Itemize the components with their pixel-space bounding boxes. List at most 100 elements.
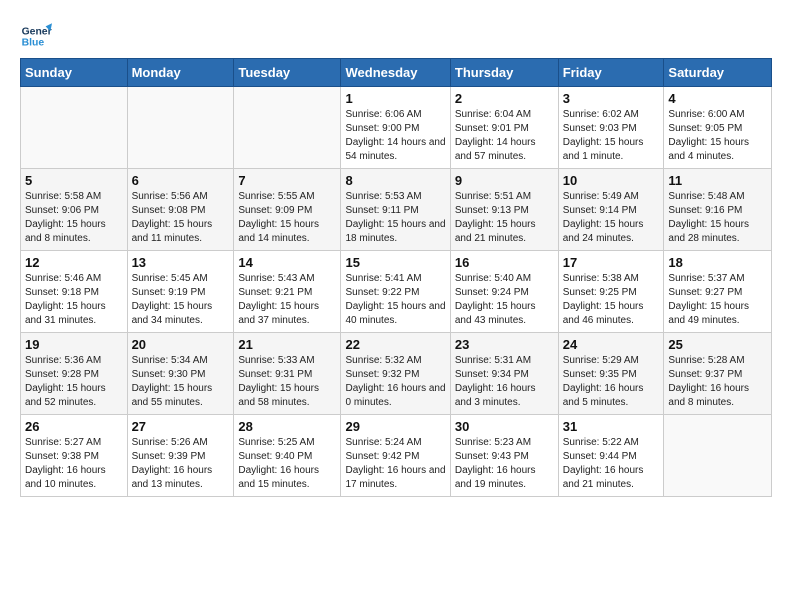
day-info: Sunrise: 5:34 AM Sunset: 9:30 PM Dayligh… <box>132 354 230 410</box>
day-number: 18 <box>668 255 767 270</box>
day-info: Sunrise: 5:22 AM Sunset: 9:44 PM Dayligh… <box>563 436 660 492</box>
calendar-cell: 29 Sunrise: 5:24 AM Sunset: 9:42 PM Dayli… <box>341 415 450 497</box>
day-number: 7 <box>238 173 336 188</box>
calendar-cell: 22 Sunrise: 5:32 AM Sunset: 9:32 PM Dayli… <box>341 333 450 415</box>
day-info: Sunrise: 5:48 AM Sunset: 9:16 PM Dayligh… <box>668 190 767 246</box>
day-info: Sunrise: 6:00 AM Sunset: 9:05 PM Dayligh… <box>668 108 767 164</box>
day-number: 29 <box>345 419 445 434</box>
day-info: Sunrise: 5:24 AM Sunset: 9:42 PM Dayligh… <box>345 436 445 492</box>
header-tuesday: Tuesday <box>234 59 341 87</box>
day-number: 22 <box>345 337 445 352</box>
calendar-cell: 6 Sunrise: 5:56 AM Sunset: 9:08 PM Daylig… <box>127 169 234 251</box>
calendar-week-row: 1 Sunrise: 6:06 AM Sunset: 9:00 PM Daylig… <box>21 87 772 169</box>
calendar-table: SundayMondayTuesdayWednesdayThursdayFrid… <box>20 58 772 497</box>
day-info: Sunrise: 5:28 AM Sunset: 9:37 PM Dayligh… <box>668 354 767 410</box>
day-info: Sunrise: 5:51 AM Sunset: 9:13 PM Dayligh… <box>455 190 554 246</box>
day-number: 8 <box>345 173 445 188</box>
svg-text:Blue: Blue <box>22 38 45 49</box>
calendar-cell: 8 Sunrise: 5:53 AM Sunset: 9:11 PM Daylig… <box>341 169 450 251</box>
calendar-cell: 2 Sunrise: 6:04 AM Sunset: 9:01 PM Daylig… <box>450 87 558 169</box>
calendar-cell: 12Sunrise: 5:46 AM Sunset: 9:18 PM Dayli… <box>21 251 128 333</box>
day-info: Sunrise: 6:04 AM Sunset: 9:01 PM Dayligh… <box>455 108 554 164</box>
calendar-cell: 4 Sunrise: 6:00 AM Sunset: 9:05 PM Daylig… <box>664 87 772 169</box>
day-number: 4 <box>668 91 767 106</box>
day-number: 5 <box>25 173 123 188</box>
day-number: 12 <box>25 255 123 270</box>
calendar-week-row: 5Sunrise: 5:58 AM Sunset: 9:06 PM Daylig… <box>21 169 772 251</box>
day-number: 1 <box>345 91 445 106</box>
day-info: Sunrise: 5:36 AM Sunset: 9:28 PM Dayligh… <box>25 354 123 410</box>
logo-icon: General Blue <box>20 20 52 52</box>
header-wednesday: Wednesday <box>341 59 450 87</box>
day-info: Sunrise: 5:55 AM Sunset: 9:09 PM Dayligh… <box>238 190 336 246</box>
calendar-week-row: 12Sunrise: 5:46 AM Sunset: 9:18 PM Dayli… <box>21 251 772 333</box>
calendar-cell: 14 Sunrise: 5:43 AM Sunset: 9:21 PM Dayli… <box>234 251 341 333</box>
header-sunday: Sunday <box>21 59 128 87</box>
day-info: Sunrise: 5:45 AM Sunset: 9:19 PM Dayligh… <box>132 272 230 328</box>
calendar-cell: 9 Sunrise: 5:51 AM Sunset: 9:13 PM Daylig… <box>450 169 558 251</box>
day-info: Sunrise: 5:26 AM Sunset: 9:39 PM Dayligh… <box>132 436 230 492</box>
day-number: 14 <box>238 255 336 270</box>
day-info: Sunrise: 5:37 AM Sunset: 9:27 PM Dayligh… <box>668 272 767 328</box>
header-saturday: Saturday <box>664 59 772 87</box>
calendar-cell <box>664 415 772 497</box>
day-number: 25 <box>668 337 767 352</box>
day-number: 13 <box>132 255 230 270</box>
calendar-cell: 17 Sunrise: 5:38 AM Sunset: 9:25 PM Dayli… <box>558 251 664 333</box>
day-number: 3 <box>563 91 660 106</box>
day-number: 17 <box>563 255 660 270</box>
calendar-cell: 10 Sunrise: 5:49 AM Sunset: 9:14 PM Dayli… <box>558 169 664 251</box>
day-number: 2 <box>455 91 554 106</box>
logo: General Blue <box>20 20 56 52</box>
calendar-cell: 7 Sunrise: 5:55 AM Sunset: 9:09 PM Daylig… <box>234 169 341 251</box>
calendar-cell: 21 Sunrise: 5:33 AM Sunset: 9:31 PM Dayli… <box>234 333 341 415</box>
calendar-cell: 3 Sunrise: 6:02 AM Sunset: 9:03 PM Daylig… <box>558 87 664 169</box>
calendar-cell: 23Sunrise: 5:31 AM Sunset: 9:34 PM Dayli… <box>450 333 558 415</box>
calendar-cell: 11 Sunrise: 5:48 AM Sunset: 9:16 PM Dayli… <box>664 169 772 251</box>
day-info: Sunrise: 5:32 AM Sunset: 9:32 PM Dayligh… <box>345 354 445 410</box>
page-header: General Blue <box>20 20 772 52</box>
day-number: 23 <box>455 337 554 352</box>
calendar-cell <box>21 87 128 169</box>
calendar-cell: 13 Sunrise: 5:45 AM Sunset: 9:19 PM Dayli… <box>127 251 234 333</box>
calendar-cell: 19Sunrise: 5:36 AM Sunset: 9:28 PM Dayli… <box>21 333 128 415</box>
day-info: Sunrise: 6:02 AM Sunset: 9:03 PM Dayligh… <box>563 108 660 164</box>
calendar-header-row: SundayMondayTuesdayWednesdayThursdayFrid… <box>21 59 772 87</box>
day-info: Sunrise: 6:06 AM Sunset: 9:00 PM Dayligh… <box>345 108 445 164</box>
calendar-cell: 18 Sunrise: 5:37 AM Sunset: 9:27 PM Dayli… <box>664 251 772 333</box>
day-info: Sunrise: 5:49 AM Sunset: 9:14 PM Dayligh… <box>563 190 660 246</box>
day-info: Sunrise: 5:29 AM Sunset: 9:35 PM Dayligh… <box>563 354 660 410</box>
day-number: 30 <box>455 419 554 434</box>
day-number: 6 <box>132 173 230 188</box>
day-info: Sunrise: 5:33 AM Sunset: 9:31 PM Dayligh… <box>238 354 336 410</box>
calendar-week-row: 19Sunrise: 5:36 AM Sunset: 9:28 PM Dayli… <box>21 333 772 415</box>
day-info: Sunrise: 5:27 AM Sunset: 9:38 PM Dayligh… <box>25 436 123 492</box>
day-number: 28 <box>238 419 336 434</box>
calendar-cell: 31Sunrise: 5:22 AM Sunset: 9:44 PM Dayli… <box>558 415 664 497</box>
day-number: 24 <box>563 337 660 352</box>
day-number: 10 <box>563 173 660 188</box>
calendar-cell: 30 Sunrise: 5:23 AM Sunset: 9:43 PM Dayli… <box>450 415 558 497</box>
calendar-week-row: 26 Sunrise: 5:27 AM Sunset: 9:38 PM Dayli… <box>21 415 772 497</box>
calendar-cell: 25 Sunrise: 5:28 AM Sunset: 9:37 PM Dayli… <box>664 333 772 415</box>
header-thursday: Thursday <box>450 59 558 87</box>
day-number: 9 <box>455 173 554 188</box>
day-number: 27 <box>132 419 230 434</box>
day-info: Sunrise: 5:38 AM Sunset: 9:25 PM Dayligh… <box>563 272 660 328</box>
day-info: Sunrise: 5:41 AM Sunset: 9:22 PM Dayligh… <box>345 272 445 328</box>
calendar-cell: 16Sunrise: 5:40 AM Sunset: 9:24 PM Dayli… <box>450 251 558 333</box>
day-number: 11 <box>668 173 767 188</box>
calendar-cell: 1 Sunrise: 6:06 AM Sunset: 9:00 PM Daylig… <box>341 87 450 169</box>
calendar-cell: 26 Sunrise: 5:27 AM Sunset: 9:38 PM Dayli… <box>21 415 128 497</box>
day-info: Sunrise: 5:40 AM Sunset: 9:24 PM Dayligh… <box>455 272 554 328</box>
day-info: Sunrise: 5:53 AM Sunset: 9:11 PM Dayligh… <box>345 190 445 246</box>
day-info: Sunrise: 5:56 AM Sunset: 9:08 PM Dayligh… <box>132 190 230 246</box>
calendar-cell <box>234 87 341 169</box>
calendar-cell: 24 Sunrise: 5:29 AM Sunset: 9:35 PM Dayli… <box>558 333 664 415</box>
day-number: 21 <box>238 337 336 352</box>
day-info: Sunrise: 5:43 AM Sunset: 9:21 PM Dayligh… <box>238 272 336 328</box>
day-number: 26 <box>25 419 123 434</box>
calendar-cell: 15Sunrise: 5:41 AM Sunset: 9:22 PM Dayli… <box>341 251 450 333</box>
day-info: Sunrise: 5:25 AM Sunset: 9:40 PM Dayligh… <box>238 436 336 492</box>
day-info: Sunrise: 5:23 AM Sunset: 9:43 PM Dayligh… <box>455 436 554 492</box>
